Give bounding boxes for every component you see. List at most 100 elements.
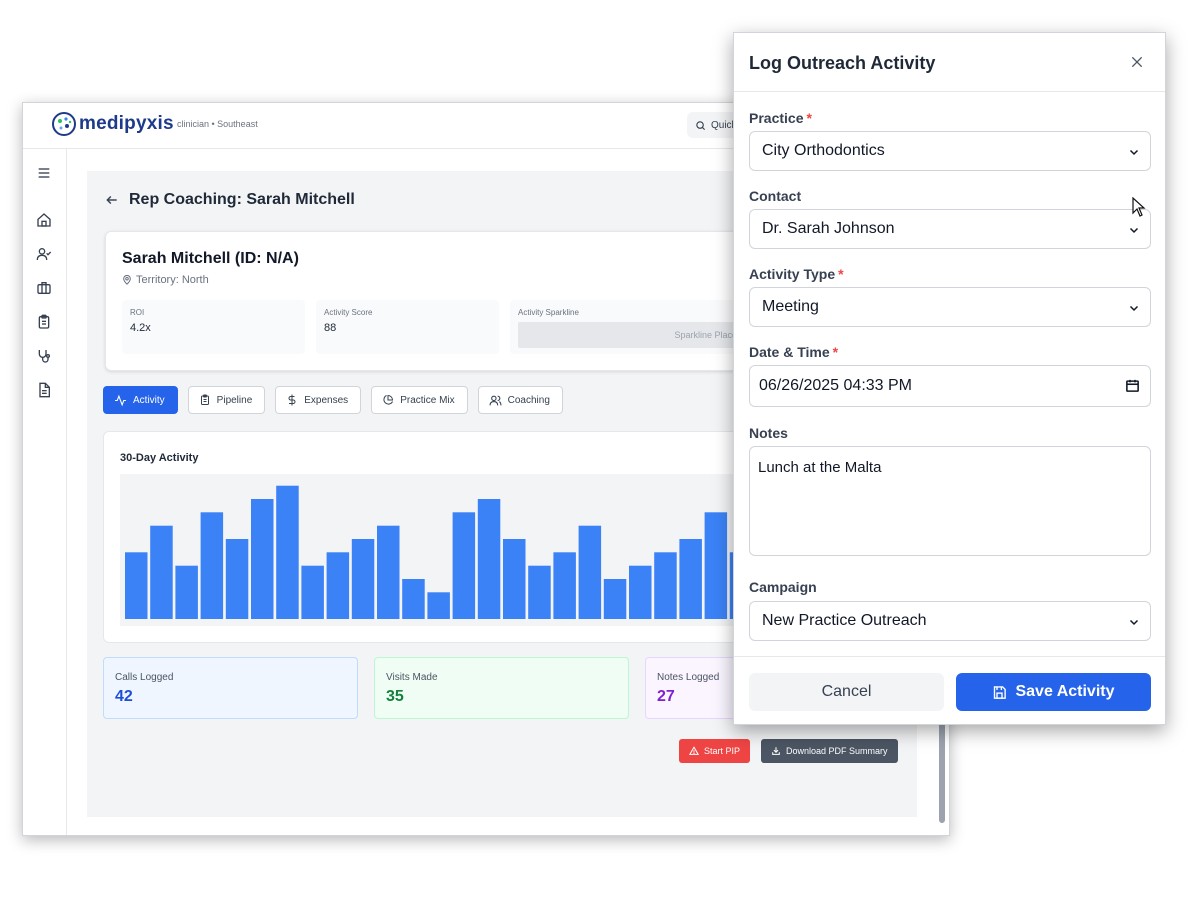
close-icon[interactable]: [1129, 54, 1145, 70]
save-activity-label: Save Activity: [1015, 683, 1115, 700]
tab-expenses[interactable]: Expenses: [275, 386, 362, 414]
notes-textarea[interactable]: Lunch at the Malta: [749, 446, 1151, 556]
datetime-label-text: Date & Time: [749, 344, 830, 360]
chart-bar: [225, 539, 249, 619]
calendar-icon[interactable]: [1125, 378, 1140, 393]
activity-type-label: Activity Type *: [749, 266, 844, 282]
clipboard-icon[interactable]: [36, 314, 52, 330]
tab-label: Activity: [133, 394, 165, 406]
stethoscope-icon[interactable]: [36, 348, 52, 364]
sparkline-placeholder: Sparkline Placehold: [518, 322, 758, 348]
kpi-roi: ROI 4.2x: [122, 300, 305, 354]
chart-bar: [200, 512, 224, 619]
practice-select[interactable]: City Orthodontics: [749, 131, 1151, 171]
mouse-pointer-icon: [1132, 197, 1146, 217]
chart-bar: [654, 552, 677, 619]
activity-chart-card: 30-Day Activity: [103, 431, 783, 643]
users-icon: [489, 395, 502, 405]
chart-bar: [125, 552, 148, 619]
dollar-icon: [288, 394, 296, 406]
download-pdf-button[interactable]: Download PDF Summary: [761, 739, 898, 763]
chart-bar: [629, 565, 652, 619]
chevron-down-icon: [1129, 227, 1139, 234]
required-marker: *: [832, 344, 839, 360]
pie-chart-icon: [383, 394, 394, 405]
chart-bar: [603, 579, 627, 619]
tab-label: Pipeline: [216, 394, 253, 406]
activity-icon: [115, 394, 126, 406]
alert-triangle-icon: [689, 746, 699, 755]
kpi-value: 88: [324, 322, 337, 334]
stat-value: 27: [657, 688, 675, 705]
map-pin-icon: [123, 275, 131, 285]
chevron-down-icon: [1129, 305, 1139, 312]
user-check-icon[interactable]: [36, 246, 52, 262]
tab-label: Practice Mix: [400, 394, 455, 406]
back-arrow-icon[interactable]: [105, 193, 119, 207]
modal-header: Log Outreach Activity: [734, 33, 1165, 92]
practice-label: Practice *: [749, 110, 812, 126]
chart-bar: [326, 552, 350, 619]
logo-mark-icon: [52, 112, 76, 136]
chart-bar: [276, 485, 299, 619]
practice-label-text: Practice: [749, 110, 804, 126]
chart-bar: [251, 499, 274, 619]
chart-bar: [679, 539, 702, 619]
campaign-value: New Practice Outreach: [762, 612, 927, 629]
activity-type-value: Meeting: [762, 298, 819, 315]
tab-activity[interactable]: Activity: [103, 386, 178, 414]
datetime-label: Date & Time *: [749, 344, 838, 360]
tab-coaching[interactable]: Coaching: [477, 386, 563, 414]
cancel-button[interactable]: Cancel: [749, 673, 944, 711]
save-icon: [994, 685, 1007, 699]
brand-logo[interactable]: medipyxis: [51, 111, 174, 137]
chart-area: [120, 474, 780, 626]
stat-visits-made: Visits Made 35: [374, 657, 629, 719]
stat-label: Calls Logged: [115, 672, 174, 683]
search-icon: [696, 120, 706, 130]
activity-type-label-text: Activity Type: [749, 266, 836, 282]
start-pip-label: Start PIP: [704, 746, 741, 756]
home-icon[interactable]: [36, 212, 52, 228]
chart-bar: [452, 512, 476, 619]
contact-label: Contact: [749, 188, 802, 204]
briefcase-icon[interactable]: [36, 280, 52, 296]
chart-bar: [377, 525, 400, 619]
tab-pipeline[interactable]: Pipeline: [187, 386, 266, 414]
tab-practice-mix[interactable]: Practice Mix: [371, 386, 468, 414]
chart-bar: [351, 539, 375, 619]
modal-title: Log Outreach Activity: [749, 53, 936, 73]
kpi-label: ROI: [130, 308, 145, 317]
download-icon: [772, 747, 780, 755]
tab-bar: Activity Pipeline Expenses Practice Mix …: [103, 386, 573, 414]
chart-bar: [402, 579, 425, 619]
kpi-value: 4.2x: [130, 322, 151, 334]
menu-icon[interactable]: [36, 165, 52, 181]
chevron-down-icon: [1129, 619, 1139, 626]
user-context: clinician • Southeast: [177, 119, 258, 129]
rep-territory: Territory: North: [122, 274, 209, 286]
required-marker: *: [806, 110, 812, 126]
datetime-input[interactable]: 06/26/2025 04:33 PM: [749, 365, 1151, 407]
campaign-select[interactable]: New Practice Outreach: [749, 601, 1151, 641]
contact-select[interactable]: Dr. Sarah Johnson: [749, 209, 1151, 249]
datetime-value: 06/26/2025 04:33 PM: [759, 377, 913, 394]
contact-value: Dr. Sarah Johnson: [762, 220, 895, 237]
file-text-icon[interactable]: [36, 382, 52, 398]
stat-label: Notes Logged: [657, 672, 720, 683]
activity-type-select[interactable]: Meeting: [749, 287, 1151, 327]
save-activity-button[interactable]: Save Activity: [956, 673, 1151, 711]
chart-bar: [528, 565, 551, 619]
chart-bar: [427, 592, 450, 619]
chevron-down-icon: [1129, 149, 1139, 156]
required-marker: *: [838, 266, 844, 282]
stat-label: Visits Made: [386, 672, 438, 683]
scrollbar-thumb[interactable]: [939, 713, 945, 823]
campaign-label: Campaign: [749, 579, 817, 595]
rep-summary-card: Sarah Mitchell (ID: N/A) Territory: Nort…: [105, 231, 785, 371]
kpi-label: Activity Sparkline: [518, 308, 579, 317]
chart-bar: [150, 525, 173, 619]
start-pip-button[interactable]: Start PIP: [679, 739, 751, 763]
page-header: Rep Coaching: Sarah Mitchell: [105, 191, 355, 209]
modal-footer: Cancel Save Activity: [734, 656, 1165, 726]
